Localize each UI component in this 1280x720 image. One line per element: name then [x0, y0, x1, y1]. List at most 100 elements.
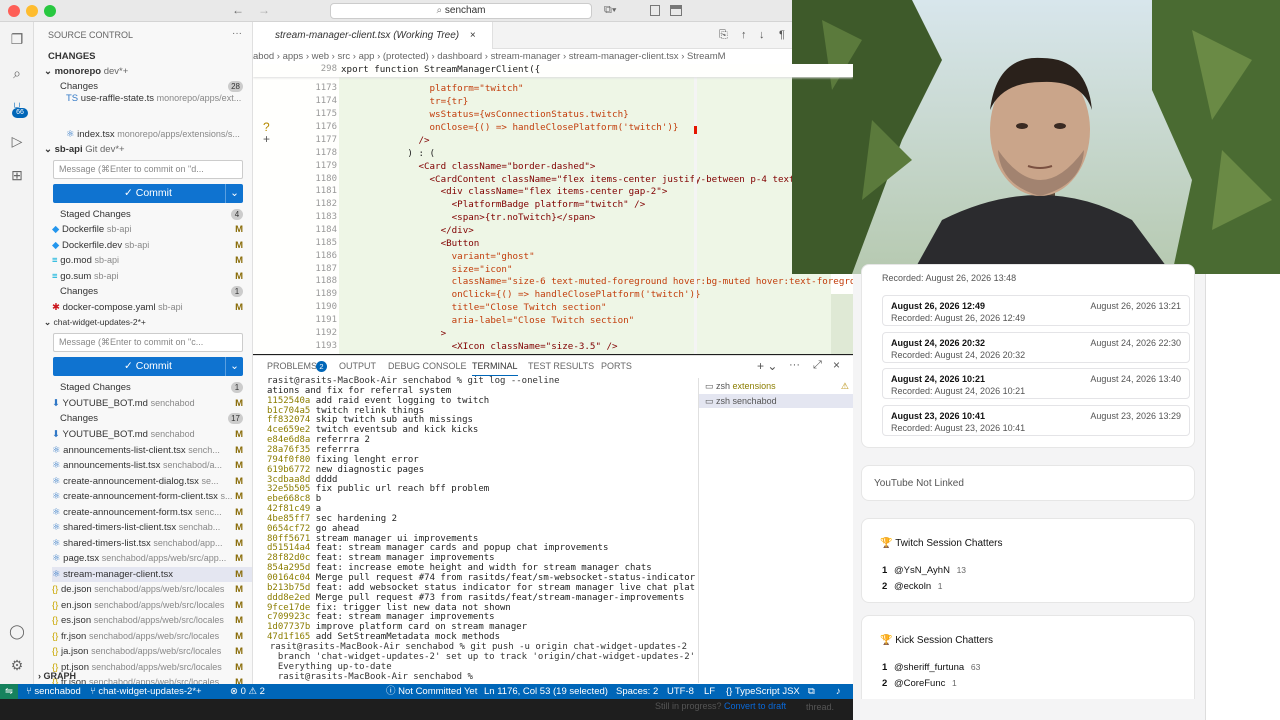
terminal-item[interactable]: ▭ zsh extensions ⚠ — [705, 381, 851, 392]
status-language[interactable]: {} TypeScript JSX — [726, 684, 800, 699]
tab-terminal[interactable]: TERMINAL — [472, 356, 518, 376]
staged-changes-group[interactable]: Staged Changes 4 — [60, 207, 252, 222]
repo-monorepo[interactable]: ⌄ monorepo dev*+ — [44, 64, 252, 79]
list-item[interactable]: ⚛ announcements-list-client.tsx sench...… — [52, 443, 252, 458]
arrow-down-icon[interactable]: ↓ — [759, 29, 765, 41]
close-window-button[interactable] — [8, 5, 20, 17]
bell-icon[interactable]: ♪ — [836, 684, 841, 699]
staged-changes-group[interactable]: Staged Changes 1 — [60, 380, 252, 395]
chevron-down-icon[interactable]: ⌄ — [225, 357, 243, 376]
minimap[interactable] — [831, 294, 853, 354]
session-row[interactable]: August 24, 2026 20:32 August 24, 2026 22:… — [882, 331, 1190, 363]
breadcrumb[interactable]: abod › apps › web › src › app › (protect… — [253, 49, 792, 64]
layout-sidebar-icon[interactable] — [650, 5, 660, 16]
commit-message-input[interactable]: Message (⌘Enter to commit on "c... — [53, 333, 243, 352]
list-item[interactable]: ◆ Dockerfile sb-api M — [52, 222, 252, 237]
chatter-row[interactable]: 1 @sheriff_furtuna 63 — [882, 662, 980, 673]
commit-button[interactable]: ✓ Commit ⌄ — [53, 184, 243, 203]
list-item[interactable]: ≡ go.sum sb-api M — [52, 269, 252, 284]
pilcrow-icon[interactable]: ¶ — [779, 29, 785, 41]
commit-button[interactable]: ✓ Commit ⌄ — [53, 357, 243, 376]
tab-ports[interactable]: PORTS — [601, 356, 632, 376]
close-icon[interactable]: × — [470, 30, 476, 41]
list-item[interactable]: ≡ go.mod sb-api M — [52, 253, 252, 268]
list-item[interactable]: ⬇ YOUTUBE_BOT.md senchabod M — [52, 396, 252, 411]
arrow-up-icon[interactable]: ↑ — [741, 29, 747, 41]
list-item[interactable]: {} de.json senchabod/apps/web/src/locale… — [52, 582, 252, 597]
account-icon[interactable]: ◯ — [8, 622, 26, 640]
repo-senchabod[interactable]: ⌄ chat-widget-updates-2*+ — [44, 315, 252, 330]
maximize-panel-icon[interactable]: ⤢ — [813, 359, 822, 372]
tab-debug-console[interactable]: DEBUG CONSOLE — [388, 356, 467, 376]
sticky-scroll[interactable]: 298 xport function StreamManagerClient({ — [253, 64, 853, 77]
status-commit[interactable]: ⓘ Not Committed Yet — [386, 684, 477, 699]
list-item[interactable]: ⬇ YOUTUBE_BOT.md senchabod M — [52, 427, 252, 442]
list-item[interactable]: ⚛ create-announcement-dialog.tsx se... M — [52, 474, 252, 489]
remote-icon[interactable]: ⇋ — [0, 684, 18, 699]
chatter-row[interactable]: 2 @CoreFunc 1 — [882, 678, 957, 689]
terminal-line: ddd8e2ed Merge pull request #73 from ras… — [267, 592, 685, 603]
list-item[interactable]: ◆ Dockerfile.dev sb-api M — [52, 238, 252, 253]
explorer-icon[interactable]: ❐ — [8, 30, 26, 48]
list-item[interactable]: ⚛ shared-timers-list-client.tsx senchab.… — [52, 520, 252, 535]
command-center-search[interactable]: ⌕ sencham — [330, 3, 592, 19]
list-item[interactable]: {} ja.json senchabod/apps/web/src/locale… — [52, 644, 252, 659]
list-item[interactable]: {} es.json senchabod/apps/web/src/locale… — [52, 613, 252, 628]
chevron-down-icon[interactable]: ⌄ — [225, 184, 243, 203]
code-editor[interactable]: 298 xport function StreamManagerClient({… — [253, 64, 853, 354]
list-item[interactable]: {} fr.json senchabod/apps/web/src/locale… — [52, 629, 252, 644]
status-encoding[interactable]: UTF-8 — [667, 684, 694, 699]
plus-icon[interactable]: + — [263, 132, 270, 146]
changes-group[interactable]: Changes 1 — [60, 284, 252, 299]
changes-group[interactable]: Changes 17 — [60, 411, 252, 426]
status-branch[interactable]: ⑂ chat-widget-updates-2*+ — [90, 684, 202, 699]
minimize-window-button[interactable] — [26, 5, 38, 17]
close-panel-icon[interactable]: × — [833, 358, 840, 372]
terminal-item[interactable]: ▭ zsh senchabod — [699, 394, 853, 408]
chatter-row[interactable]: 2 @eckoln 1 — [882, 581, 942, 592]
list-item[interactable]: ⚛ shared-timers-list.tsx senchabod/app..… — [52, 536, 252, 551]
copilot-status-icon[interactable]: ⧉ — [808, 684, 815, 699]
chatter-row[interactable]: 1 @YsN_AyhN 13 — [882, 565, 966, 576]
terminal-output[interactable]: rasit@rasits-MacBook-Air senchabod % git… — [267, 376, 695, 682]
list-item[interactable]: TS use-raffle-state.ts monorepo/apps/ext… — [66, 91, 252, 106]
open-file-icon[interactable]: ⎘ — [719, 29, 728, 42]
repo-sb-api[interactable]: ⌄ sb-api Git dev*+ — [44, 142, 252, 157]
list-item[interactable]: ⚛ create-announcement-form.tsx senc... M — [52, 505, 252, 520]
tab-output[interactable]: OUTPUT — [339, 356, 376, 376]
list-item[interactable]: ✱ docker-compose.yaml sb-api M — [52, 300, 252, 315]
status-eol[interactable]: LF — [704, 684, 715, 699]
extensions-icon[interactable]: ⊞ — [8, 166, 26, 184]
copilot-icon[interactable]: ⧉▾ — [604, 4, 616, 17]
changes-header[interactable]: CHANGES — [48, 49, 252, 64]
gear-icon[interactable]: ⚙ — [8, 656, 26, 674]
new-terminal-icon[interactable]: + ⌄ — [757, 359, 777, 373]
status-position[interactable]: Ln 1176, Col 53 (19 selected) — [484, 684, 608, 699]
tab-problems[interactable]: PROBLEMS — [267, 356, 317, 376]
tab-test-results[interactable]: TEST RESULTS — [528, 356, 594, 376]
session-row[interactable]: August 23, 2026 10:41 August 23, 2026 13:… — [882, 404, 1190, 436]
graph-section[interactable]: › GRAPH — [38, 669, 252, 684]
list-item[interactable]: ⚛ announcements-list.tsx senchabod/a... M — [52, 458, 252, 473]
list-item[interactable]: ⚛ create-announcement-form-client.tsx s.… — [52, 489, 252, 504]
status-problems[interactable]: ⊗ 0 ⚠ 2 — [230, 684, 265, 699]
status-spaces[interactable]: Spaces: 2 — [616, 684, 658, 699]
session-row[interactable]: August 24, 2026 10:21 August 24, 2026 13:… — [882, 368, 1190, 399]
layout-panel-icon[interactable] — [670, 5, 682, 16]
more-actions-icon[interactable]: ··· — [789, 359, 800, 371]
session-row[interactable]: August 26, 2026 12:49 August 26, 2026 13:… — [882, 295, 1190, 326]
search-icon[interactable]: ⌕ — [8, 64, 26, 82]
list-item[interactable]: ⚛ stream-manager-client.tsx M — [52, 566, 252, 582]
run-debug-icon[interactable]: ▷ — [8, 132, 26, 150]
back-arrow-icon[interactable]: ← — [232, 3, 244, 17]
list-item[interactable]: {} en.json senchabod/apps/web/src/locale… — [52, 598, 252, 613]
status-repo[interactable]: ⑂ senchabod — [26, 684, 81, 699]
more-actions-icon[interactable]: ··· — [232, 28, 242, 39]
convert-to-draft-link[interactable]: Convert to draft — [724, 701, 786, 711]
tab-stream-manager-client[interactable]: stream-manager-client.tsx (Working Tree)… — [253, 22, 493, 49]
zoom-window-button[interactable] — [44, 5, 56, 17]
list-item[interactable]: ⚛ index.tsx monorepo/apps/extensions/s..… — [66, 127, 252, 142]
forward-arrow-icon[interactable]: → — [258, 3, 270, 17]
commit-message-input[interactable]: Message (⌘Enter to commit on "d... — [53, 160, 243, 179]
list-item[interactable]: ⚛ page.tsx senchabod/apps/web/src/app...… — [52, 551, 252, 566]
